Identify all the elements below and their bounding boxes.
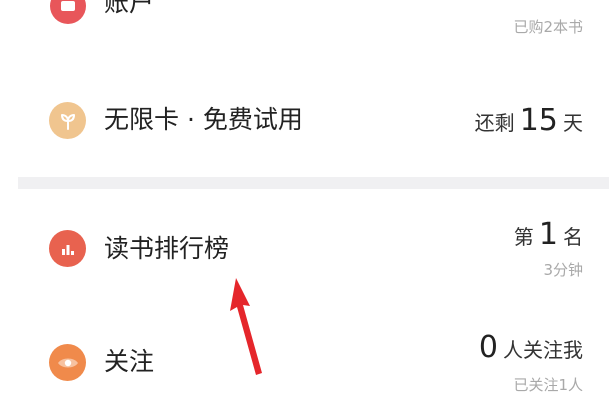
following-count: 已关注1人 — [513, 376, 583, 394]
profile-menu-screen: 账户 已购2本书 无限卡 · 免费试用 还剩 15 天 读书排行榜 第 1 名 … — [0, 0, 609, 410]
menu-item-follow[interactable]: 关注 0 人关注我 已关注1人 — [0, 325, 609, 410]
arrow-shape — [230, 278, 262, 375]
rank-suffix: 名 — [563, 225, 583, 249]
menu-item-account[interactable]: 账户 已购2本书 — [0, 0, 609, 60]
menu-item-label: 读书排行榜 — [104, 234, 230, 263]
eye-icon — [49, 344, 86, 381]
menu-item-label: 无限卡 · 免费试用 — [104, 105, 303, 134]
followers-count: 0 人关注我 — [479, 333, 583, 363]
section-divider — [18, 177, 609, 189]
remaining-prefix: 还剩 — [474, 111, 515, 135]
followers-suffix: 人关注我 — [503, 338, 583, 362]
sprout-icon — [49, 102, 86, 139]
reading-time: 3分钟 — [543, 261, 583, 279]
remaining-days: 15 — [519, 103, 558, 138]
annotation-arrow — [230, 278, 262, 375]
rank-number: 1 — [538, 217, 558, 252]
followers-number: 0 — [478, 330, 498, 365]
rank-prefix: 第 — [513, 225, 534, 249]
menu-item-reading-leaderboard[interactable]: 读书排行榜 第 1 名 3分钟 — [0, 210, 609, 290]
trial-remaining: 还剩 15 天 — [475, 106, 583, 136]
account-icon — [50, 0, 86, 24]
remaining-suffix: 天 — [563, 111, 583, 135]
menu-item-label: 账户 — [104, 0, 155, 17]
leaderboard-rank: 第 1 名 — [514, 220, 583, 250]
menu-item-label: 关注 — [104, 347, 155, 376]
menu-item-unlimited-card[interactable]: 无限卡 · 免费试用 还剩 15 天 — [0, 90, 609, 160]
purchased-count: 已购2本书 — [513, 18, 583, 36]
bar-chart-icon — [49, 230, 86, 267]
